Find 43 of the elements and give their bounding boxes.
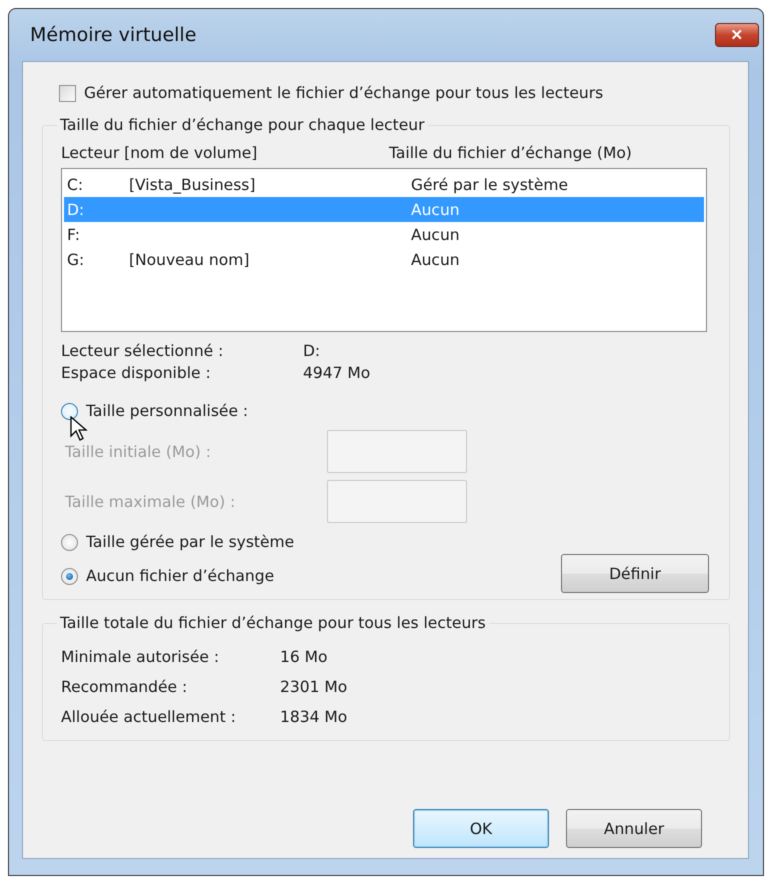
paging-size: Aucun	[411, 250, 461, 268]
dialog-button[interactable]: Annuler	[566, 809, 702, 848]
drive-letter: F:	[67, 226, 81, 244]
paging-size: Aucun	[411, 200, 461, 218]
drive-letter: C:	[67, 176, 84, 194]
group-title: Taille du fichier d’échange pour chaque lecteur	[59, 116, 426, 134]
column-header: Taille du fichier d’échange (Mo)	[389, 144, 633, 162]
radio-label: Taille personnalisée :	[86, 402, 248, 420]
drive-row[interactable]: G: [Nouveau nom] Aucun	[64, 247, 704, 272]
set-button[interactable]: Définir	[561, 554, 709, 593]
volume-name: [Nouveau nom]	[129, 250, 250, 268]
paging-size: Géré par le système	[411, 176, 570, 194]
radio-button[interactable]	[61, 402, 78, 420]
group-title: Taille totale du fichier d’échange pour tous les lecteurs	[59, 614, 487, 632]
total-value: 16 Mo	[280, 648, 329, 666]
info-label: Espace disponible :	[61, 364, 212, 382]
column-header: Lecteur [nom de volume]	[61, 144, 258, 162]
volume-name: [Vista_Business]	[129, 176, 256, 194]
info-label: Lecteur sélectionné :	[61, 342, 224, 360]
radio-label: Aucun fichier d’échange	[86, 567, 274, 585]
total-label: Allouée actuellement :	[61, 708, 237, 726]
dialog-button[interactable]: OK	[413, 809, 549, 848]
radio-button[interactable]	[61, 534, 78, 550]
close-button[interactable]: ✕	[715, 23, 759, 47]
radio-button[interactable]	[61, 568, 78, 584]
drive-list[interactable]: C: [Vista_Business] Géré par le système D: Aucun F: Aucun G: [Nouveau nom] Aucun	[61, 168, 707, 332]
window-title: Mémoire virtuelle	[30, 24, 196, 46]
checkbox[interactable]	[59, 84, 76, 102]
checkbox-label: Gérer automatiquement le fichier d’échange pour tous les lecteurs	[84, 84, 604, 102]
drive-letter: G:	[67, 250, 86, 268]
field-label: Taille initiale (Mo) :	[65, 442, 212, 460]
radio-label: Taille gérée par le système	[86, 533, 294, 551]
info-value: 4947 Mo	[303, 364, 372, 382]
total-label: Recommandée :	[61, 678, 188, 696]
paging-size: Aucun	[411, 226, 461, 244]
drive-letter: D:	[67, 200, 86, 218]
info-value: D:	[303, 342, 322, 360]
drive-row[interactable]: C: [Vista_Business] Géré par le système	[64, 172, 704, 197]
field-label: Taille maximale (Mo) :	[65, 492, 236, 510]
total-value: 2301 Mo	[280, 678, 348, 696]
total-value: 1834 Mo	[280, 708, 348, 726]
drive-row[interactable]: F: Aucun	[64, 222, 704, 247]
total-label: Minimale autorisée :	[61, 648, 220, 666]
